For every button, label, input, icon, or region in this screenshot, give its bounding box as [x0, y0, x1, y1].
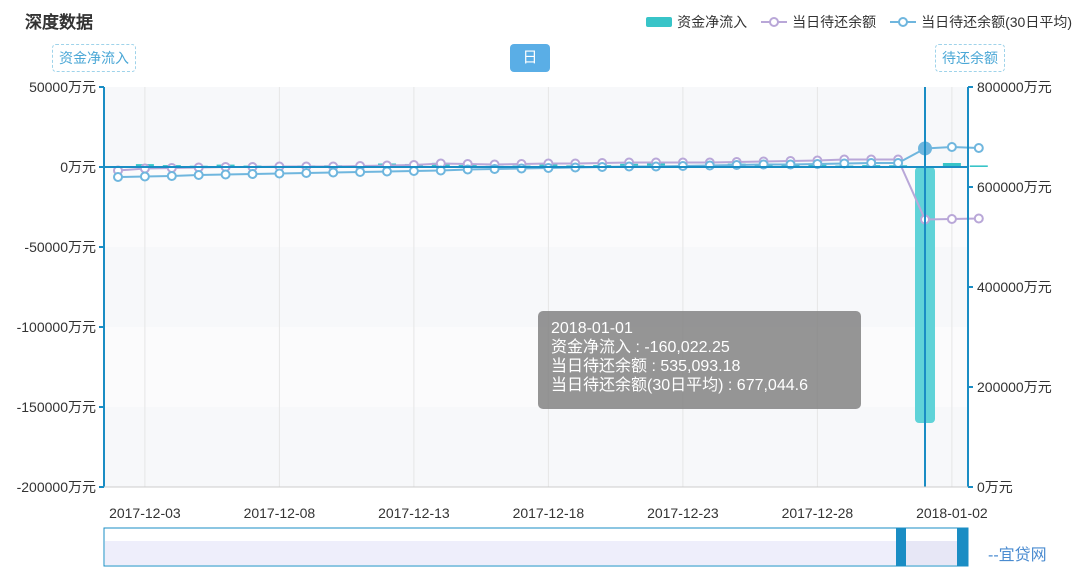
tooltip-line-1: 资金净流入 : -160,022.25 [551, 339, 730, 356]
x-tick-label: 2017-12-13 [378, 505, 450, 521]
x-tick-label: 2017-12-08 [244, 505, 316, 521]
point-30day-avg [382, 166, 392, 177]
zoom-window[interactable] [902, 541, 960, 565]
point-30day-avg [301, 168, 312, 178]
x-tick-label: 2017-12-18 [513, 505, 585, 521]
point-30day-avg [704, 160, 715, 171]
grid-band [104, 87, 968, 167]
point-30day-avg [973, 143, 984, 153]
point-30day-avg [247, 169, 258, 179]
x-tick-label: 2017-12-28 [782, 505, 854, 521]
grid-band [104, 167, 968, 247]
right-y-tick-label: 400000万元 [977, 279, 1052, 295]
point-30day-avg [328, 167, 339, 178]
tooltip-line-2: 当日待还余额 : 535,093.18 [551, 358, 741, 375]
point-30day-avg [113, 172, 123, 182]
zoom-slider-fill [105, 541, 900, 565]
x-tick-label: 2017-12-03 [109, 505, 181, 521]
bar [969, 165, 988, 167]
zoom-handle-left[interactable] [896, 528, 906, 566]
zoom-handle-right[interactable] [957, 528, 968, 566]
point-30day-avg [139, 171, 150, 182]
point-30day-avg [274, 168, 285, 179]
left-y-tick-label: -200000万元 [17, 479, 96, 495]
left-y-tick-label: -50000万元 [24, 239, 96, 255]
right-y-tick-label: 600000万元 [977, 179, 1052, 195]
chart-area: 50000万元 0万元 -50000万元 -100000万元 -150000万元 -200… [17, 79, 1052, 567]
point-daily [139, 163, 150, 174]
right-y-tick-label: 0万元 [977, 479, 1013, 495]
point-30day-avg [946, 142, 957, 152]
point-daily [946, 214, 957, 224]
left-y-tick-label: 0万元 [60, 159, 96, 175]
point-30day-avg [408, 166, 419, 176]
watermark: --宜贷网 [988, 547, 1047, 564]
point-30day-avg [193, 170, 204, 180]
point-30day-avg [166, 171, 177, 181]
point-30day-avg [355, 167, 366, 177]
left-y-tick-label: 50000万元 [29, 79, 96, 95]
point-30day-avg [866, 158, 877, 168]
grid-band [104, 407, 968, 487]
left-y-tick-label: -150000万元 [17, 399, 96, 415]
tooltip: 2018-01-01 资金净流入 : -160,022.25 当日待还余额 : … [538, 311, 861, 409]
right-y-tick-label: 200000万元 [977, 379, 1052, 395]
tooltip-date: 2018-01-01 [551, 320, 633, 337]
point-30day-avg [516, 163, 527, 174]
x-tick-label: 2017-12-23 [647, 505, 719, 521]
point-30day-avg [220, 169, 231, 180]
right-y-tick-label: 800000万元 [977, 79, 1052, 95]
x-tick-label: 2018-01-02 [916, 505, 988, 521]
left-y-tick-label: -100000万元 [17, 319, 96, 335]
point-daily [973, 213, 984, 224]
point-30day-avg [893, 158, 904, 168]
tooltip-line-3: 当日待还余额(30日平均) : 677,044.6 [551, 377, 808, 394]
